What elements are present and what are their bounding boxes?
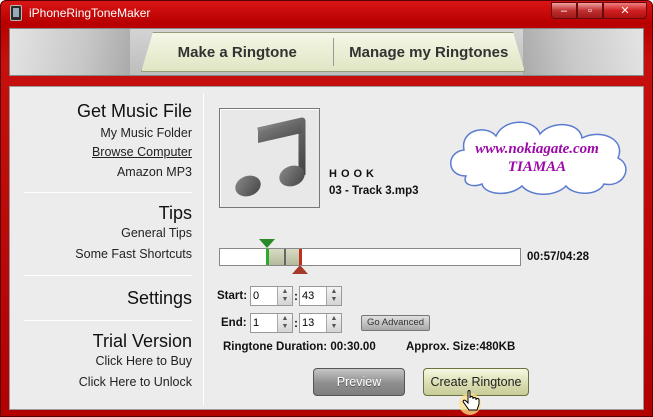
maximize-icon: ▫ xyxy=(588,4,592,17)
panel-divider xyxy=(203,93,204,405)
sidebar-link-unlock[interactable]: Click Here to Unlock xyxy=(79,375,192,389)
sidebar-link-browse-computer[interactable]: Browse Computer xyxy=(92,145,192,159)
approx-size: Approx. Size:480KB xyxy=(406,341,516,353)
start-minutes-input[interactable] xyxy=(251,287,277,305)
sidebar-link-my-music-folder[interactable]: My Music Folder xyxy=(100,126,192,140)
go-advanced-button[interactable]: Go Advanced xyxy=(361,315,430,331)
watermark-url: www.nokiagate.com xyxy=(475,141,599,157)
song-title: HOOK xyxy=(329,168,378,180)
start-handle-icon[interactable] xyxy=(258,239,275,248)
playhead[interactable] xyxy=(284,249,287,265)
close-icon: ✕ xyxy=(620,5,630,17)
sidebar-divider xyxy=(24,275,192,276)
end-seconds-input[interactable] xyxy=(300,314,326,332)
start-seconds-spinner[interactable]: ▲▼ xyxy=(299,286,342,306)
sidebar-heading-trial-version: Trial Version xyxy=(92,331,192,351)
start-label: Start: xyxy=(217,290,248,302)
window-title: iPhoneRingToneMaker xyxy=(29,6,151,20)
time-display: 00:57/04:28 xyxy=(527,251,590,263)
spinner-arrows-icon[interactable]: ▲ ▼ xyxy=(277,314,292,332)
watermark-name: TIAMAA xyxy=(507,159,567,175)
sidebar-heading-settings[interactable]: Settings xyxy=(127,288,192,309)
end-seconds-spinner[interactable]: ▲▼ xyxy=(299,313,342,333)
sidebar-link-buy[interactable]: Click Here to Buy xyxy=(95,354,192,368)
song-filename: 03 - Track 3.mp3 xyxy=(329,185,419,197)
minimize-icon: – xyxy=(560,4,568,17)
tab-make-ringtone[interactable]: Make a Ringtone xyxy=(142,44,333,61)
spinner-arrows-icon[interactable]: ▲ ▼ xyxy=(326,314,341,332)
phone-app-icon xyxy=(10,5,22,21)
start-seconds-input[interactable] xyxy=(300,287,326,305)
end-marker[interactable] xyxy=(299,249,303,265)
end-minutes-spinner[interactable]: ▲▼ xyxy=(250,313,293,333)
title-bar[interactable]: iPhoneRingToneMaker – ▫ ✕ xyxy=(1,1,652,25)
sidebar-heading-get-music: Get Music File xyxy=(76,101,192,121)
end-label: End: xyxy=(221,317,247,329)
close-button[interactable]: ✕ xyxy=(603,2,647,19)
sidebar-heading-tips: Tips xyxy=(158,203,192,223)
maximize-button[interactable]: ▫ xyxy=(577,2,603,19)
app-window: iPhoneRingToneMaker – ▫ ✕ Make a Rington… xyxy=(0,0,653,417)
sidebar-divider xyxy=(24,192,192,193)
watermark-cloud: www.nokiagate.com TIAMAA xyxy=(442,114,632,196)
music-note-icon xyxy=(235,117,306,197)
spinner-arrows-icon[interactable]: ▲ ▼ xyxy=(326,287,341,305)
sidebar-link-fast-shortcuts[interactable]: Some Fast Shortcuts xyxy=(75,247,192,261)
tab-bar: Make a Ringtone Manage my Ringtones xyxy=(141,32,525,72)
sidebar-link-general-tips[interactable]: General Tips xyxy=(121,226,192,240)
main-panel: Get Music File My Music Folder Browse Co… xyxy=(9,86,644,415)
end-handle-icon[interactable] xyxy=(292,265,309,274)
start-marker[interactable] xyxy=(265,249,269,265)
end-minutes-input[interactable] xyxy=(251,314,277,332)
sidebar-link-amazon-mp3[interactable]: Amazon MP3 xyxy=(117,165,192,179)
timeline-track[interactable] xyxy=(219,248,521,266)
tab-manage-ringtones[interactable]: Manage my Ringtones xyxy=(334,44,525,61)
ringtone-duration: Ringtone Duration: 00:30.00 xyxy=(223,341,376,353)
album-art xyxy=(219,108,320,208)
time-colon: : xyxy=(294,316,298,330)
window-controls: – ▫ ✕ xyxy=(551,2,647,19)
spinner-arrows-icon[interactable]: ▲ ▼ xyxy=(277,287,292,305)
sidebar: Get Music File My Music Folder Browse Co… xyxy=(10,87,200,409)
preview-button[interactable]: Preview xyxy=(313,368,405,396)
time-colon: : xyxy=(294,289,298,303)
sidebar-divider xyxy=(24,320,192,321)
start-minutes-spinner[interactable]: ▲▼ xyxy=(250,286,293,306)
minimize-button[interactable]: – xyxy=(551,2,577,19)
hand-cursor-icon xyxy=(459,390,481,415)
